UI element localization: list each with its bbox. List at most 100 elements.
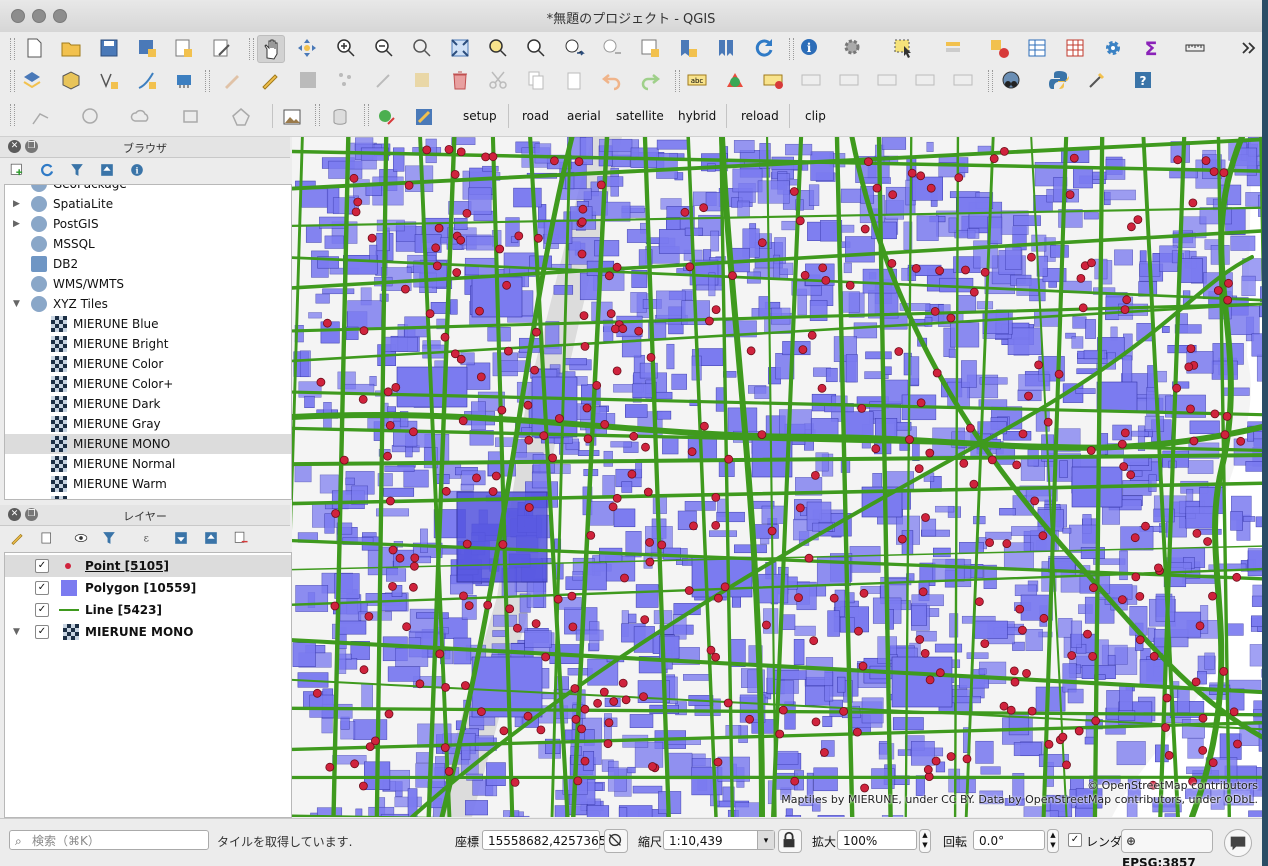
chevron-down-icon[interactable]: ▼ [13, 294, 20, 314]
properties-info-icon[interactable]: i [126, 159, 148, 181]
show-hide-labels-icon[interactable] [836, 67, 862, 93]
layer-visibility-checkbox[interactable]: ✓ [35, 625, 49, 639]
statistics-sigma-icon[interactable]: Σ [1138, 35, 1164, 61]
browser-item[interactable]: MIERUNE Normal [5, 454, 291, 474]
layer-row[interactable]: ✓ Polygon [10559] [5, 577, 291, 599]
delete-selected-icon[interactable] [447, 67, 473, 93]
browser-item[interactable]: MIERUNE Gray [5, 414, 291, 434]
toolbar-grip[interactable] [10, 104, 15, 126]
magnifier-spinner[interactable]: ▲ ▼ [919, 829, 931, 853]
filter-expression-icon[interactable]: ε [134, 527, 160, 549]
pan-to-selection-icon[interactable] [294, 35, 320, 61]
road-button[interactable]: road [522, 109, 549, 123]
rotation-spinner[interactable]: ▲ ▼ [1047, 829, 1059, 853]
lock-scale-icon[interactable] [778, 829, 802, 853]
browser-item[interactable]: MIERUNE MONO [5, 434, 291, 454]
chevron-right-icon[interactable]: ▶ [13, 194, 20, 214]
polygon-tool-icon[interactable] [228, 104, 254, 130]
satellite-button[interactable]: satellite [616, 109, 664, 123]
undo-icon[interactable] [599, 67, 625, 93]
aerial-button[interactable]: aerial [567, 109, 601, 123]
layer-row[interactable]: ✓ Line [5423] [5, 599, 291, 621]
show-bookmarks-icon[interactable] [713, 35, 739, 61]
toolbar-grip[interactable] [315, 104, 320, 126]
manage-visibility-eye-icon[interactable] [68, 527, 94, 549]
add-selected-layers-icon[interactable] [6, 159, 28, 181]
current-edits-icon[interactable] [219, 67, 245, 93]
plugin-green-icon[interactable] [373, 104, 399, 130]
save-edits-icon[interactable] [295, 67, 321, 93]
new-map-view-icon[interactable] [637, 35, 663, 61]
chevron-right-icon[interactable]: ▶ [13, 214, 20, 234]
reload-button[interactable]: reload [741, 109, 779, 123]
new-bookmark-icon[interactable] [675, 35, 701, 61]
zoom-to-selection-icon[interactable] [485, 35, 511, 61]
plugin-edit-icon[interactable] [411, 104, 437, 130]
browser-item[interactable]: MIERUNE Color [5, 354, 291, 374]
save-project-icon[interactable] [96, 35, 122, 61]
browser-item[interactable]: MIERUNE Blue [5, 314, 291, 334]
messages-icon[interactable] [1224, 829, 1252, 857]
browser-item[interactable]: GeoPackage [5, 185, 291, 194]
refresh-icon[interactable] [751, 35, 777, 61]
more-tools-chevron-icon[interactable] [1236, 35, 1262, 61]
plugin-tool-icon[interactable] [1084, 67, 1110, 93]
collapse-all-icon[interactable] [96, 159, 118, 181]
layer-row[interactable]: ✓ Point [5105] [5, 555, 291, 577]
cut-features-icon[interactable] [485, 67, 511, 93]
cloud-icon[interactable] [128, 104, 154, 130]
select-features-icon[interactable] [890, 35, 916, 61]
zoom-native-icon[interactable] [409, 35, 435, 61]
browser-item[interactable]: ▼ XYZ Tiles [5, 294, 291, 314]
browser-item[interactable]: WMS/WMTS [5, 274, 291, 294]
new-vector-layer-icon[interactable] [96, 67, 122, 93]
style-panel-icon[interactable] [6, 527, 28, 549]
browser-item[interactable]: ▶ PostGIS [5, 214, 291, 234]
zoom-next-icon[interactable] [599, 35, 625, 61]
help-icon[interactable]: ? [1130, 67, 1156, 93]
zoom-full-icon[interactable] [447, 35, 473, 61]
highlight-pinned-labels-icon[interactable] [760, 67, 786, 93]
vertex-tool-icon[interactable] [371, 67, 397, 93]
new-print-layout-icon[interactable] [170, 35, 196, 61]
toolbar-grip[interactable] [249, 38, 254, 60]
virtual-layer-icon[interactable] [172, 67, 198, 93]
modify-attributes-icon[interactable] [409, 67, 435, 93]
layer-visibility-checkbox[interactable]: ✓ [35, 603, 49, 617]
deselect-icon[interactable] [986, 35, 1012, 61]
digitize-polygon-icon[interactable] [78, 104, 104, 130]
shape-tool-icon[interactable] [178, 104, 204, 130]
paste-features-icon[interactable] [561, 67, 587, 93]
browser-item[interactable]: MIERUNE Dark [5, 394, 291, 414]
redo-icon[interactable] [637, 67, 663, 93]
toolbar-grip[interactable] [364, 104, 369, 126]
pan-hand-icon[interactable] [257, 35, 285, 63]
refresh-browser-icon[interactable] [36, 159, 58, 181]
add-feature-icon[interactable] [333, 67, 359, 93]
change-label-icon[interactable] [950, 67, 976, 93]
browser-item[interactable]: MIERUNE Warm [5, 474, 291, 494]
attribute-table-icon[interactable] [1024, 35, 1050, 61]
field-calculator-icon[interactable] [1062, 35, 1088, 61]
crs-button[interactable]: ⊕ EPSG:3857 [1121, 829, 1213, 866]
image-layer-icon[interactable] [279, 104, 305, 130]
hybrid-button[interactable]: hybrid [678, 109, 716, 123]
render-checkbox[interactable]: ✓ [1068, 833, 1082, 847]
pin-labels-icon[interactable] [798, 67, 824, 93]
filter-browser-icon[interactable] [66, 159, 88, 181]
expand-all-icon[interactable] [170, 527, 192, 549]
move-label-icon[interactable] [874, 67, 900, 93]
toolbar-grip[interactable] [988, 70, 993, 92]
open-project-icon[interactable] [58, 35, 84, 61]
filter-legend-icon[interactable] [98, 527, 120, 549]
clip-button[interactable]: clip [805, 109, 826, 123]
toggle-editing-pencil-icon[interactable] [257, 67, 283, 93]
toolbar-grip[interactable] [675, 70, 680, 92]
browser-item[interactable]: ▶ SpatiaLite [5, 194, 291, 214]
browser-item[interactable]: DB2 [5, 254, 291, 274]
new-project-icon[interactable] [21, 35, 47, 61]
layout-manager-icon[interactable] [208, 35, 234, 61]
toolbar-grip[interactable] [10, 70, 15, 92]
locator-search-input[interactable]: ⌕ 検索（⌘K） [9, 830, 209, 850]
toolbar-grip[interactable] [205, 70, 210, 92]
